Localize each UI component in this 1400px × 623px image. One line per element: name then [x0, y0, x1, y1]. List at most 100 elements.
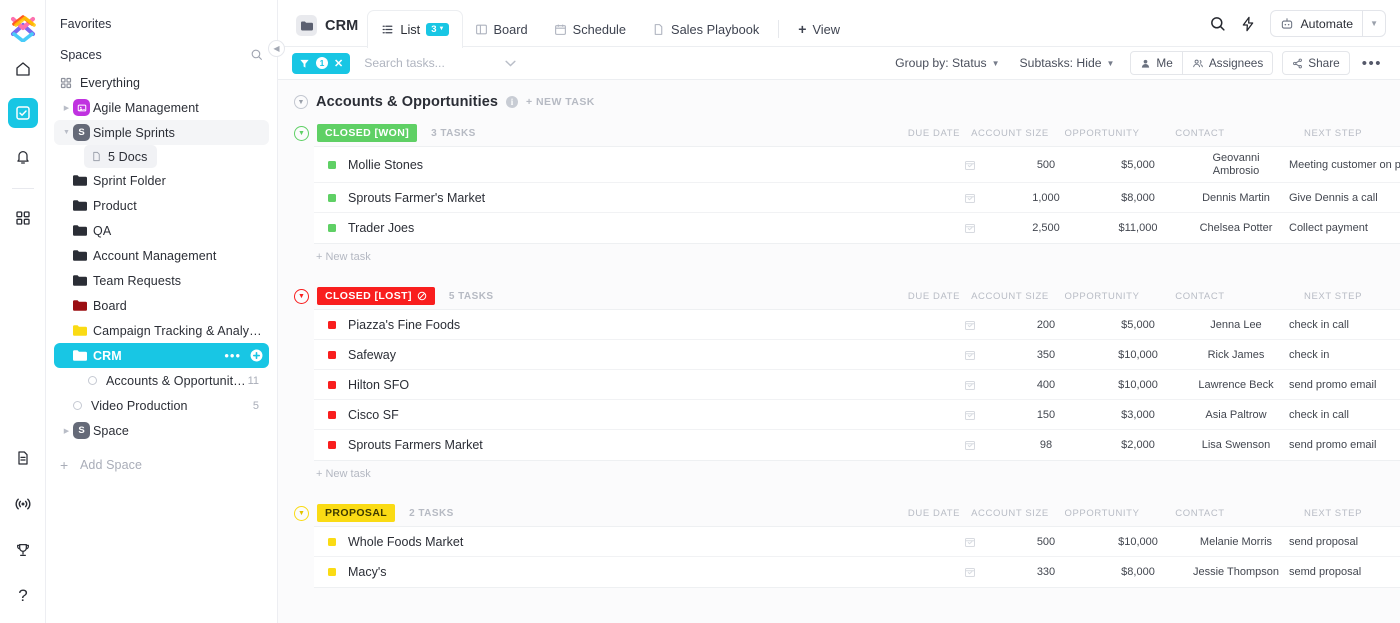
sidebar-item-account-management[interactable]: Account Management: [54, 243, 269, 268]
contact-cell[interactable]: Rick James: [1186, 349, 1286, 361]
tab-sales-playbook[interactable]: Sales Playbook: [639, 11, 772, 47]
task-name-cell[interactable]: Sprouts Farmers Market: [314, 438, 483, 452]
sidebar-item-campaign-tracking[interactable]: Campaign Tracking & Analytics: [54, 318, 269, 343]
table-row[interactable]: Safeway 350 $10,000 Rick James check in …: [314, 340, 1400, 370]
me-filter-button[interactable]: Me: [1130, 51, 1182, 75]
tasks-icon[interactable]: [8, 98, 38, 128]
table-row[interactable]: Macy's 330 $8,000 Jessie Thompson semd p…: [314, 557, 1400, 587]
task-name-cell[interactable]: Piazza's Fine Foods: [314, 318, 460, 332]
next-step-cell[interactable]: Meeting customer on premises: [1289, 159, 1400, 171]
task-name-cell[interactable]: Trader Joes: [314, 221, 414, 235]
task-name-cell[interactable]: Cisco SF: [314, 408, 399, 422]
sidebar-item-space[interactable]: ▶ S Space: [54, 418, 269, 443]
due-date-cell[interactable]: [934, 536, 1006, 548]
task-name-cell[interactable]: Mollie Stones: [314, 158, 423, 172]
help-icon[interactable]: ?: [8, 581, 38, 611]
filter-button[interactable]: 1 ✕: [292, 53, 350, 74]
opportunity-cell[interactable]: $8,000: [1098, 566, 1178, 578]
collapse-group-icon[interactable]: ▼: [294, 506, 309, 521]
opportunity-cell[interactable]: $8,000: [1098, 192, 1178, 204]
account-size-cell[interactable]: 330: [1006, 566, 1086, 578]
column-header-account-size[interactable]: ACCOUNT SIZE: [970, 291, 1050, 302]
contact-cell[interactable]: GeovanniAmbrosio: [1186, 152, 1286, 177]
sidebar-item-video-production[interactable]: Video Production 5: [54, 393, 269, 418]
next-step-cell[interactable]: semd proposal: [1289, 566, 1400, 578]
assignees-filter-button[interactable]: Assignees: [1183, 51, 1273, 75]
table-row[interactable]: Piazza's Fine Foods 200 $5,000 Jenna Lee…: [314, 310, 1400, 340]
due-date-cell[interactable]: [934, 409, 1006, 421]
column-header-opportunity[interactable]: OPPORTUNITY: [1062, 128, 1142, 139]
group-by-control[interactable]: Group by: Status ▼: [885, 56, 1009, 70]
new-task-button[interactable]: + NEW TASK: [526, 96, 595, 108]
column-header-contact[interactable]: CONTACT: [1150, 128, 1250, 139]
due-date-cell[interactable]: [934, 379, 1006, 391]
table-row[interactable]: Mollie Stones 500 $5,000 GeovanniAmbrosi…: [314, 147, 1400, 183]
account-size-cell[interactable]: 150: [1006, 409, 1086, 421]
account-size-cell[interactable]: 2,500: [1006, 222, 1086, 234]
search-icon[interactable]: [1209, 15, 1226, 32]
due-date-cell[interactable]: [934, 222, 1006, 234]
opportunity-cell[interactable]: $10,000: [1098, 379, 1178, 391]
ellipsis-icon[interactable]: •••: [224, 352, 241, 360]
account-size-cell[interactable]: 500: [1006, 536, 1086, 548]
chevron-down-icon[interactable]: [505, 60, 516, 67]
contact-cell[interactable]: Melanie Morris: [1186, 536, 1286, 548]
sidebar-item-agile-management[interactable]: ▶ Agile Management: [54, 95, 269, 120]
notifications-bell-icon[interactable]: [8, 142, 38, 172]
account-size-cell[interactable]: 1,000: [1006, 192, 1086, 204]
add-icon[interactable]: [250, 349, 263, 362]
due-date-cell[interactable]: [934, 349, 1006, 361]
task-name-cell[interactable]: Safeway: [314, 348, 396, 362]
chevron-right-icon[interactable]: ▶: [60, 427, 73, 435]
docs-icon[interactable]: [8, 443, 38, 473]
contact-cell[interactable]: Lawrence Beck: [1186, 379, 1286, 391]
add-space-button[interactable]: + Add Space: [54, 452, 269, 477]
column-header-next-step[interactable]: NEXT STEP: [1253, 291, 1400, 302]
automate-main[interactable]: Automate: [1271, 11, 1362, 36]
add-view-button[interactable]: + View: [785, 11, 853, 47]
next-step-cell[interactable]: send promo email: [1289, 379, 1400, 391]
due-date-cell[interactable]: [934, 566, 1006, 578]
sidebar-item-simple-sprints[interactable]: ▼ S Simple Sprints: [54, 120, 269, 145]
next-step-cell[interactable]: check in: [1289, 349, 1400, 361]
column-header-account-size[interactable]: ACCOUNT SIZE: [970, 128, 1050, 139]
contact-cell[interactable]: Lisa Swenson: [1186, 439, 1286, 451]
sidebar-item-crm[interactable]: CRM •••: [54, 343, 269, 368]
collapse-group-icon[interactable]: ▼: [294, 289, 309, 304]
subtasks-control[interactable]: Subtasks: Hide ▼: [1010, 56, 1125, 70]
task-name-cell[interactable]: Macy's: [314, 565, 387, 579]
sidebar-item-qa[interactable]: QA: [54, 218, 269, 243]
account-size-cell[interactable]: 350: [1006, 349, 1086, 361]
column-header-due-date[interactable]: DUE DATE: [898, 128, 970, 139]
next-step-cell[interactable]: check in call: [1289, 319, 1400, 331]
account-size-cell[interactable]: 400: [1006, 379, 1086, 391]
close-icon[interactable]: ✕: [334, 57, 343, 70]
column-header-contact[interactable]: CONTACT: [1150, 291, 1250, 302]
column-header-due-date[interactable]: DUE DATE: [898, 291, 970, 302]
column-header-due-date[interactable]: DUE DATE: [898, 508, 970, 519]
automate-button[interactable]: Automate ▼: [1270, 10, 1386, 37]
clickup-logo-icon[interactable]: [8, 12, 38, 42]
sidebar-item-docs[interactable]: 5 Docs: [84, 145, 157, 168]
table-row[interactable]: Cisco SF 150 $3,000 Asia Paltrow check i…: [314, 400, 1400, 430]
table-row[interactable]: Trader Joes 2,500 $11,000 Chelsea Potter…: [314, 213, 1400, 243]
opportunity-cell[interactable]: $2,000: [1098, 439, 1178, 451]
tab-list[interactable]: List 3 ▼: [368, 11, 461, 47]
table-row[interactable]: Sprouts Farmers Market 98 $2,000 Lisa Sw…: [314, 430, 1400, 460]
next-step-cell[interactable]: send proposal: [1289, 536, 1400, 548]
due-date-cell[interactable]: [934, 159, 1006, 171]
status-badge[interactable]: CLOSED [LOST]: [317, 287, 435, 305]
due-date-cell[interactable]: [934, 192, 1006, 204]
new-task-row-button[interactable]: + New task: [278, 461, 1400, 480]
chevron-right-icon[interactable]: ▶: [60, 104, 73, 112]
ellipsis-icon[interactable]: •••: [1350, 59, 1386, 68]
opportunity-cell[interactable]: $3,000: [1098, 409, 1178, 421]
tab-count-badge[interactable]: 3 ▼: [426, 23, 448, 36]
home-icon[interactable]: [8, 54, 38, 84]
sidebar-favorites-header[interactable]: Favorites: [46, 8, 277, 39]
apps-grid-icon[interactable]: [8, 203, 38, 233]
chevron-down-icon[interactable]: ▼: [1362, 11, 1385, 36]
account-size-cell[interactable]: 98: [1006, 439, 1086, 451]
column-header-next-step[interactable]: NEXT STEP: [1253, 128, 1400, 139]
contact-cell[interactable]: Jessie Thompson: [1186, 566, 1286, 578]
